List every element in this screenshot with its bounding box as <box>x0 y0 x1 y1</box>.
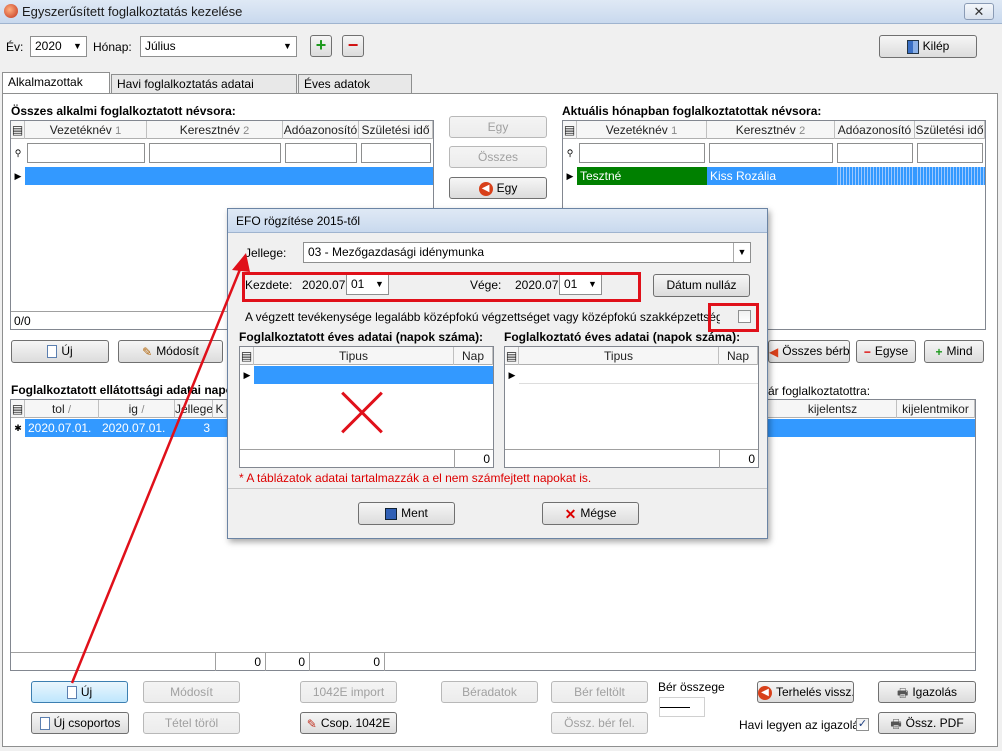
annotation-arrow <box>70 253 250 684</box>
